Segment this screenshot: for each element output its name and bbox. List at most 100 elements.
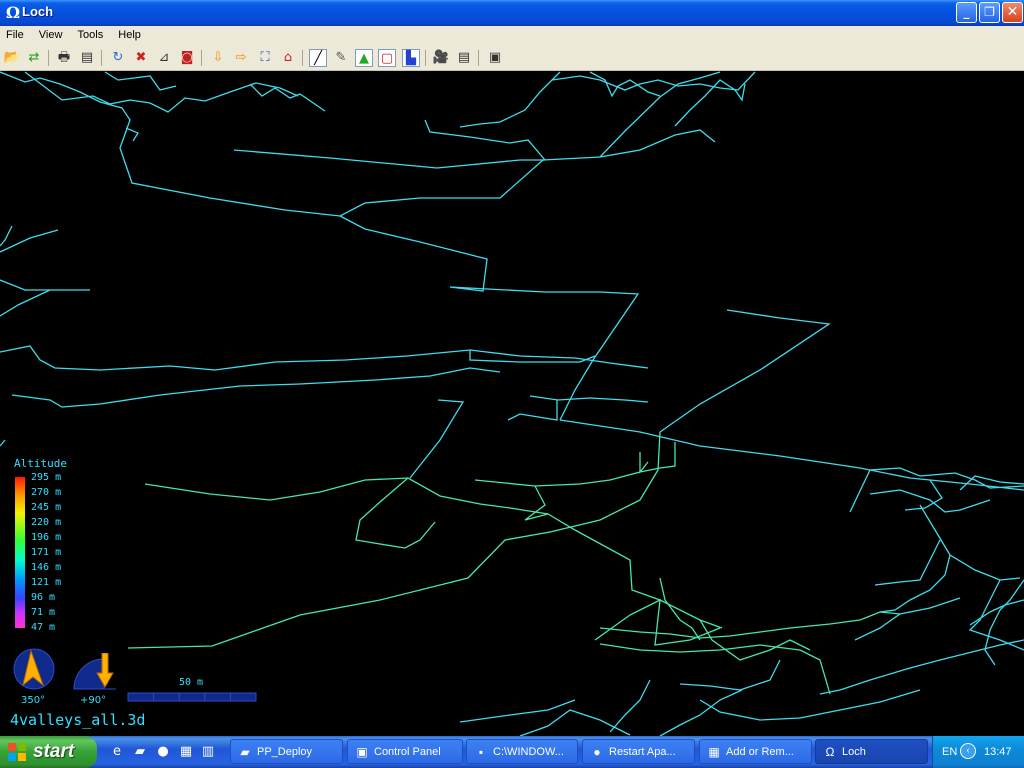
scale-bar-label: 50 m — [179, 677, 204, 688]
compass-icon[interactable] — [12, 647, 56, 691]
walls-button[interactable]: ✎ — [332, 49, 350, 67]
stereo-glasses-button[interactable]: ◙ — [178, 49, 196, 67]
survey-file-name: 4valleys_all.3d — [10, 711, 146, 729]
elevation-view-button[interactable]: ⇨ — [232, 49, 250, 67]
survey-leg — [659, 577, 701, 641]
toolbar-separator — [425, 50, 426, 66]
survey-leg — [559, 419, 1024, 491]
chevron-left-icon[interactable]: ‹ — [960, 743, 976, 759]
toolbar-separator — [48, 50, 49, 66]
menu-file[interactable]: File — [0, 26, 30, 41]
taskbar-task-button[interactable]: Ω Loch — [815, 739, 928, 764]
close-icon: ✕ — [1006, 4, 1019, 20]
taskbar-task-label: PP_Deploy — [257, 746, 313, 758]
taskbar-task-label: C:\WINDOW... — [493, 746, 564, 758]
survey-leg — [459, 71, 561, 128]
info-panel-button[interactable]: ▤ — [455, 49, 473, 67]
survey-leg — [674, 79, 746, 127]
clock: 13:47 — [984, 746, 1012, 758]
centerline-icon: ╱ — [314, 51, 322, 66]
language-indicator[interactable]: EN — [942, 746, 957, 758]
windows-logo-icon — [8, 743, 27, 762]
altitude-label: 71 m — [31, 607, 56, 618]
survey-leg — [0, 225, 13, 247]
centerline-east — [459, 467, 1024, 736]
survey-leg — [599, 129, 716, 158]
camera-angle-button[interactable]: ⊿ — [155, 49, 173, 67]
toolbar-separator — [302, 50, 303, 66]
film-camera-button[interactable]: 🎥 — [432, 49, 450, 67]
explorer-folder-icon[interactable]: ▰ — [132, 744, 148, 760]
survey-leg — [551, 71, 756, 91]
rotate-button[interactable]: ↻ — [109, 49, 127, 67]
bounding-box-icon: ▢ — [380, 51, 394, 66]
altitude-label: 96 m — [31, 592, 56, 603]
elevation-view-icon: ⇨ — [235, 50, 247, 65]
internet-explorer-icon[interactable]: e — [109, 744, 125, 760]
inclinometer-icon[interactable] — [72, 653, 118, 693]
fullscreen-button[interactable]: ▣ — [486, 49, 504, 67]
open-folder-button[interactable]: 📂 — [3, 49, 21, 67]
control-panel-icon: ▣ — [356, 745, 368, 759]
close-button[interactable]: ✕ — [1002, 2, 1023, 23]
survey-leg — [125, 127, 139, 142]
maximize-button[interactable]: ❐ — [979, 2, 1000, 23]
survey-leg — [659, 689, 743, 736]
survey-leg — [984, 579, 1024, 666]
taskbar-task-label: Restart Apa... — [609, 746, 676, 758]
menu-tools[interactable]: Tools — [72, 26, 110, 41]
home-view-icon: ⌂ — [283, 50, 293, 65]
taskbar-task-button[interactable]: ▰ PP_Deploy — [230, 739, 343, 764]
survey-leg — [424, 119, 546, 161]
notepad-icon[interactable]: ▥ — [200, 744, 216, 760]
reload-button[interactable]: ⇄ — [25, 49, 43, 67]
altitude-legend-title: Altitude — [14, 457, 67, 470]
survey-leg — [529, 395, 649, 403]
surface-button[interactable]: ▲ — [355, 49, 373, 67]
cave-3d-viewport[interactable]: Altitude 295 m 270 m 245 m 220 m 196 m 1… — [0, 71, 1024, 736]
taskbar-task-button[interactable]: ● Restart Apa... — [582, 739, 695, 764]
survey-leg — [639, 452, 649, 474]
survey-leg — [0, 345, 649, 371]
centerline-button[interactable]: ╱ — [309, 49, 327, 67]
menu-help[interactable]: Help — [112, 26, 147, 41]
rotation-off-button[interactable]: ✖ — [132, 49, 150, 67]
altitude-legend-button[interactable]: ▙ — [402, 49, 420, 67]
print-button[interactable]: 🖶 — [55, 49, 73, 67]
firefox-icon[interactable]: ● — [155, 744, 171, 760]
menu-view[interactable]: View — [33, 26, 69, 41]
altitude-label: 295 m — [31, 472, 62, 483]
survey-leg — [127, 431, 661, 649]
home-view-button[interactable]: ⌂ — [279, 49, 297, 67]
taskbar-task-button[interactable]: ▣ Control Panel — [347, 739, 463, 764]
altitude-label: 270 m — [31, 487, 62, 498]
survey-leg — [519, 709, 631, 736]
survey-leg — [874, 539, 941, 586]
altitude-label: 171 m — [31, 547, 62, 558]
omega-icon: Ω — [825, 745, 835, 759]
media-icon[interactable]: ▦ — [178, 744, 194, 760]
toolbar-separator — [101, 50, 102, 66]
title-bar[interactable]: Ω Loch _ ❐ ✕ — [0, 0, 1024, 26]
export-button[interactable]: ▤ — [78, 49, 96, 67]
firefox-icon: ● — [593, 745, 601, 759]
taskbar-task-button[interactable]: ▪ C:\WINDOW... — [466, 739, 578, 764]
start-button[interactable]: start — [0, 736, 97, 768]
windows-taskbar: start e ▰ ● ▦ ▥ ▰ PP_Deploy ▣ Control Pane… — [0, 736, 1024, 768]
survey-leg — [0, 439, 6, 447]
survey-leg — [659, 309, 831, 433]
altitude-label: 121 m — [31, 577, 62, 588]
zoom-all-icon: ⛶ — [260, 50, 270, 65]
survey-leg — [819, 639, 1024, 695]
rotate-icon: ↻ — [112, 50, 124, 65]
altitude-label: 196 m — [31, 532, 62, 543]
toolbar-separator — [478, 50, 479, 66]
zoom-all-button[interactable]: ⛶ — [256, 49, 274, 67]
plan-view-button[interactable]: ⇩ — [209, 49, 227, 67]
minimize-button[interactable]: _ — [956, 2, 977, 23]
centerline-lower — [127, 431, 901, 695]
reload-icon: ⇄ — [28, 50, 40, 65]
omega-icon[interactable]: Ω — [5, 4, 21, 21]
bounding-box-button[interactable]: ▢ — [378, 49, 396, 67]
taskbar-task-button[interactable]: ▦ Add or Rem... — [699, 739, 812, 764]
